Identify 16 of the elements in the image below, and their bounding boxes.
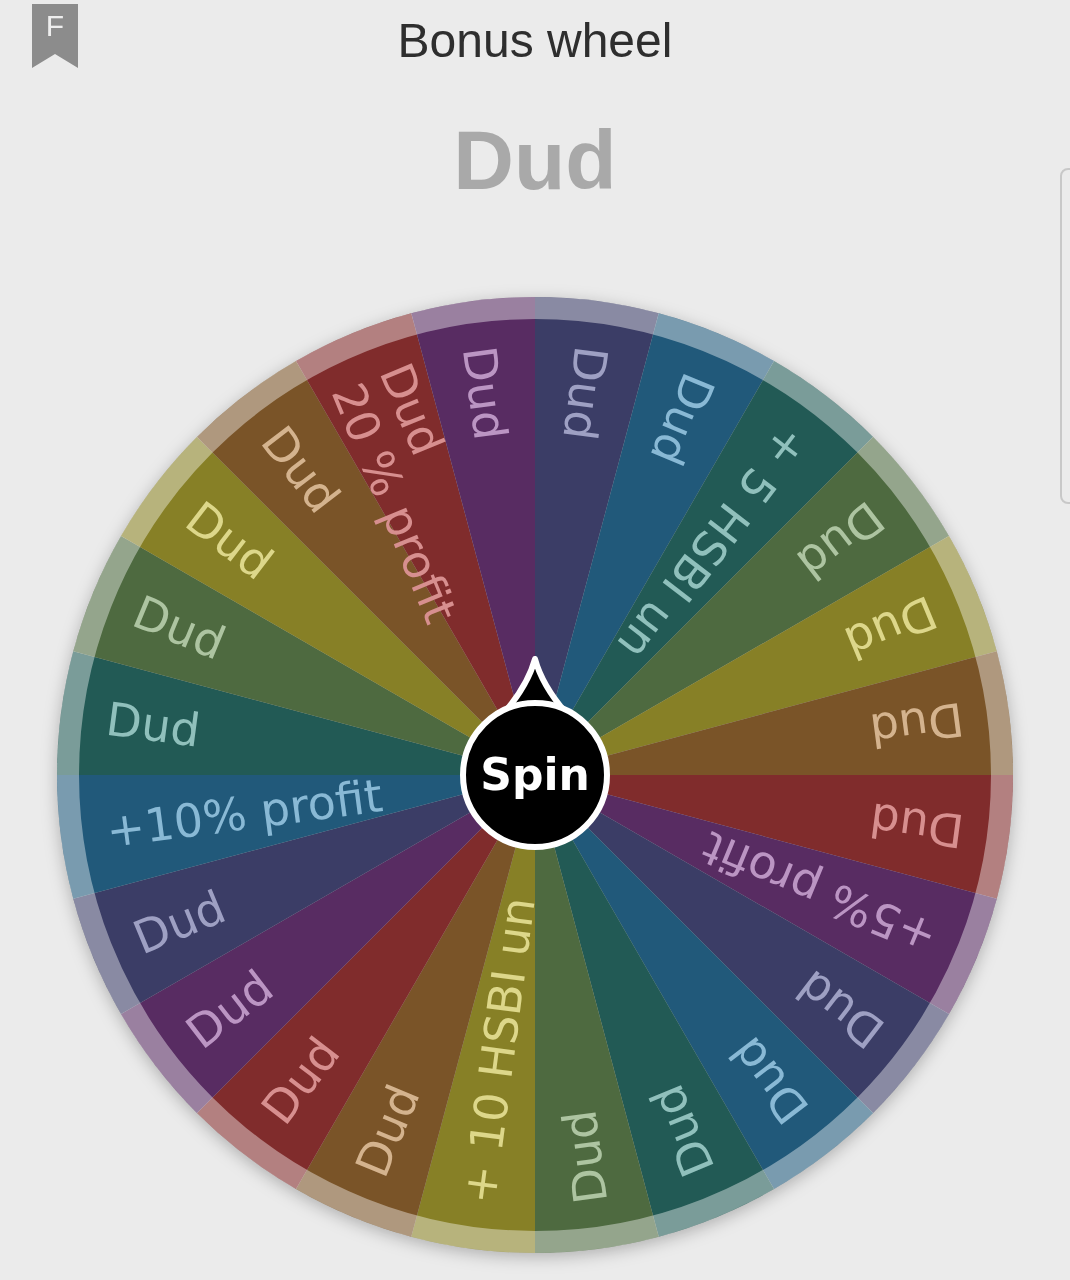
segment-label: Dud (103, 691, 204, 758)
segment-label: Dud (552, 343, 619, 444)
wheel-title: Bonus wheel (397, 12, 673, 68)
segment-label: Dud (639, 1077, 726, 1185)
segment-label: Dud (552, 1106, 619, 1207)
segment-label: Dud (344, 1077, 431, 1185)
segment-label: Dud (866, 691, 967, 758)
segment-label: +10% profit (103, 768, 386, 859)
segment-label: Dud (837, 584, 945, 671)
segment-label: Dud (866, 792, 967, 859)
segment-label: + 10 HSBI un (451, 894, 546, 1207)
segment-label: Dud (451, 343, 518, 444)
result-text: Dud (453, 112, 617, 209)
segment-label: Dud (639, 365, 726, 473)
segment-label: Dud (125, 879, 233, 966)
segment-label: Dud (125, 584, 233, 671)
